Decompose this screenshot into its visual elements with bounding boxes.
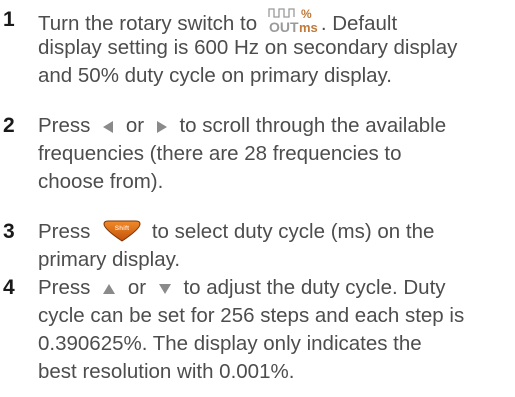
shift-button-icon: Shift xyxy=(102,220,142,242)
step-text-segment: Press xyxy=(38,276,91,299)
step-line: display setting is 600 Hz on secondary d… xyxy=(38,36,458,59)
step-text-segment: to scroll through the available xyxy=(179,114,447,137)
step-line: primary display. xyxy=(38,248,181,271)
step-number: 4 xyxy=(3,276,15,299)
step-number: 2 xyxy=(3,114,15,137)
step-line: Turn the rotary switch to OUT % ms . Def… xyxy=(38,6,513,36)
step-line: 0.390625%. The display only indicates th… xyxy=(38,332,422,355)
step-text-segment: to adjust the duty cycle. Duty xyxy=(183,276,446,299)
step-text: Press Shift to select duty cycle (ms) on… xyxy=(38,218,513,274)
step-line: cycle can be set for 256 steps and each … xyxy=(38,304,465,327)
down-arrow-key-icon xyxy=(158,283,172,295)
step-line: Press or to adjust the duty cycle. Duty xyxy=(38,274,513,302)
up-arrow-key-icon xyxy=(102,283,116,295)
symbol-percent-label: % xyxy=(301,7,312,21)
step-text-segment: to select duty cycle (ms) on the xyxy=(151,220,435,243)
square-wave-out-percent-ms-symbol: OUT % ms xyxy=(267,6,321,36)
step-text-segment: Turn the rotary switch to xyxy=(38,12,258,35)
step-text-segment: or xyxy=(127,276,147,299)
step-line: best resolution with 0.001%. xyxy=(38,360,295,383)
step-text: Press or to adjust the duty cycle. Duty … xyxy=(38,274,513,386)
step-text-segment: Press xyxy=(38,114,91,137)
step-text: Press or to scroll through the available… xyxy=(38,112,513,196)
step-text-segment: . Default xyxy=(320,12,398,35)
step-line: choose from). xyxy=(38,170,164,193)
step-number: 1 xyxy=(3,8,15,31)
step-line: frequencies (there are 28 frequencies to xyxy=(38,142,402,165)
shift-button-label: Shift xyxy=(115,225,130,232)
symbol-out-label: OUT xyxy=(269,19,299,35)
step-text-segment: or xyxy=(125,114,145,137)
left-arrow-key-icon xyxy=(102,120,114,134)
step-number: 3 xyxy=(3,220,15,243)
step-line: and 50% duty cycle on primary display. xyxy=(38,64,392,87)
symbol-ms-label: ms xyxy=(299,20,318,35)
right-arrow-key-icon xyxy=(156,120,168,134)
step-text: Turn the rotary switch to OUT % ms . Def… xyxy=(38,6,513,90)
step-line: Press Shift to select duty cycle (ms) on… xyxy=(38,218,513,246)
step-line: Press or to scroll through the available xyxy=(38,112,513,140)
step-text-segment: Press xyxy=(38,220,91,243)
